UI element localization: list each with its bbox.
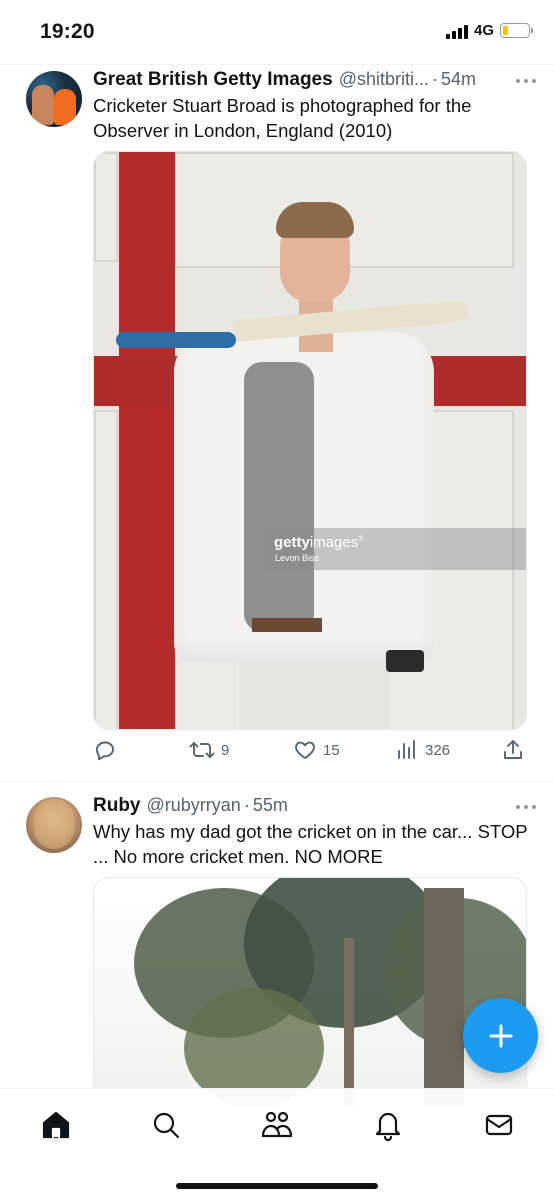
- display-name[interactable]: Ruby: [93, 795, 141, 817]
- signal-bars-icon: [445, 23, 468, 39]
- like-button[interactable]: 15: [293, 738, 340, 762]
- top-divider: [0, 64, 554, 65]
- nav-search[interactable]: [148, 1107, 184, 1143]
- nav-home[interactable]: [38, 1107, 74, 1143]
- tweet-actions: 9 15 326: [93, 738, 530, 768]
- battery-icon: [500, 23, 533, 38]
- network-type: 4G: [473, 22, 494, 39]
- tweet-header: Ruby @rubyrryan · 55m: [93, 795, 532, 817]
- views-count: 326: [425, 741, 451, 759]
- nav-communities[interactable]: [259, 1107, 295, 1143]
- tweet-time[interactable]: 55m: [253, 795, 288, 816]
- share-button[interactable]: [501, 738, 525, 762]
- separator-dot: ·: [243, 795, 250, 815]
- views-chart-icon: [398, 740, 415, 759]
- compose-button[interactable]: [463, 998, 538, 1073]
- more-options-icon[interactable]: [516, 805, 536, 809]
- home-indicator: [176, 1183, 378, 1189]
- status-time: 19:20: [40, 20, 95, 43]
- communities-icon: [261, 1111, 293, 1138]
- tweet-divider: [0, 781, 554, 782]
- photo-credit: Levon Biss: [275, 553, 320, 563]
- display-name[interactable]: Great British Getty Images: [93, 69, 333, 91]
- separator-dot: ·: [432, 69, 438, 89]
- plus-icon: [489, 1024, 512, 1047]
- mail-icon: [485, 1114, 513, 1136]
- getty-watermark: gettyimages®: [274, 534, 364, 551]
- search-icon: [153, 1112, 180, 1139]
- status-bar: 19:20 4G: [0, 0, 554, 62]
- user-handle[interactable]: @shitbriti...: [339, 69, 429, 90]
- retweet-icon: [189, 742, 215, 758]
- avatar[interactable]: [26, 71, 82, 127]
- retweet-button[interactable]: 9: [189, 738, 229, 762]
- tweet-time[interactable]: 54m: [441, 69, 476, 90]
- avatar[interactable]: [26, 797, 82, 853]
- tweet-header: Great British Getty Images @shitbriti...…: [93, 69, 532, 91]
- like-count: 15: [323, 741, 340, 759]
- tweet-text: Cricketer Stuart Broad is photographed f…: [93, 95, 472, 141]
- tweet-photo[interactable]: gettyimages® Levon Biss: [93, 151, 527, 730]
- retweet-count: 9: [221, 741, 230, 759]
- views-button[interactable]: 326: [395, 738, 450, 762]
- nav-notifications[interactable]: [370, 1107, 406, 1143]
- status-indicators: 4G: [445, 22, 533, 39]
- user-handle[interactable]: @rubyrryan: [147, 795, 241, 816]
- tweet-text: Why has my dad got the cricket on in the…: [93, 821, 528, 867]
- home-icon: [42, 1111, 70, 1139]
- heart-icon: [295, 741, 315, 759]
- more-options-icon[interactable]: [516, 79, 536, 83]
- tweet-photo[interactable]: [93, 877, 527, 1107]
- bell-icon: [375, 1112, 401, 1141]
- reply-button[interactable]: [93, 738, 117, 762]
- nav-messages[interactable]: [481, 1107, 517, 1143]
- share-icon: [504, 740, 522, 759]
- reply-icon: [96, 741, 114, 761]
